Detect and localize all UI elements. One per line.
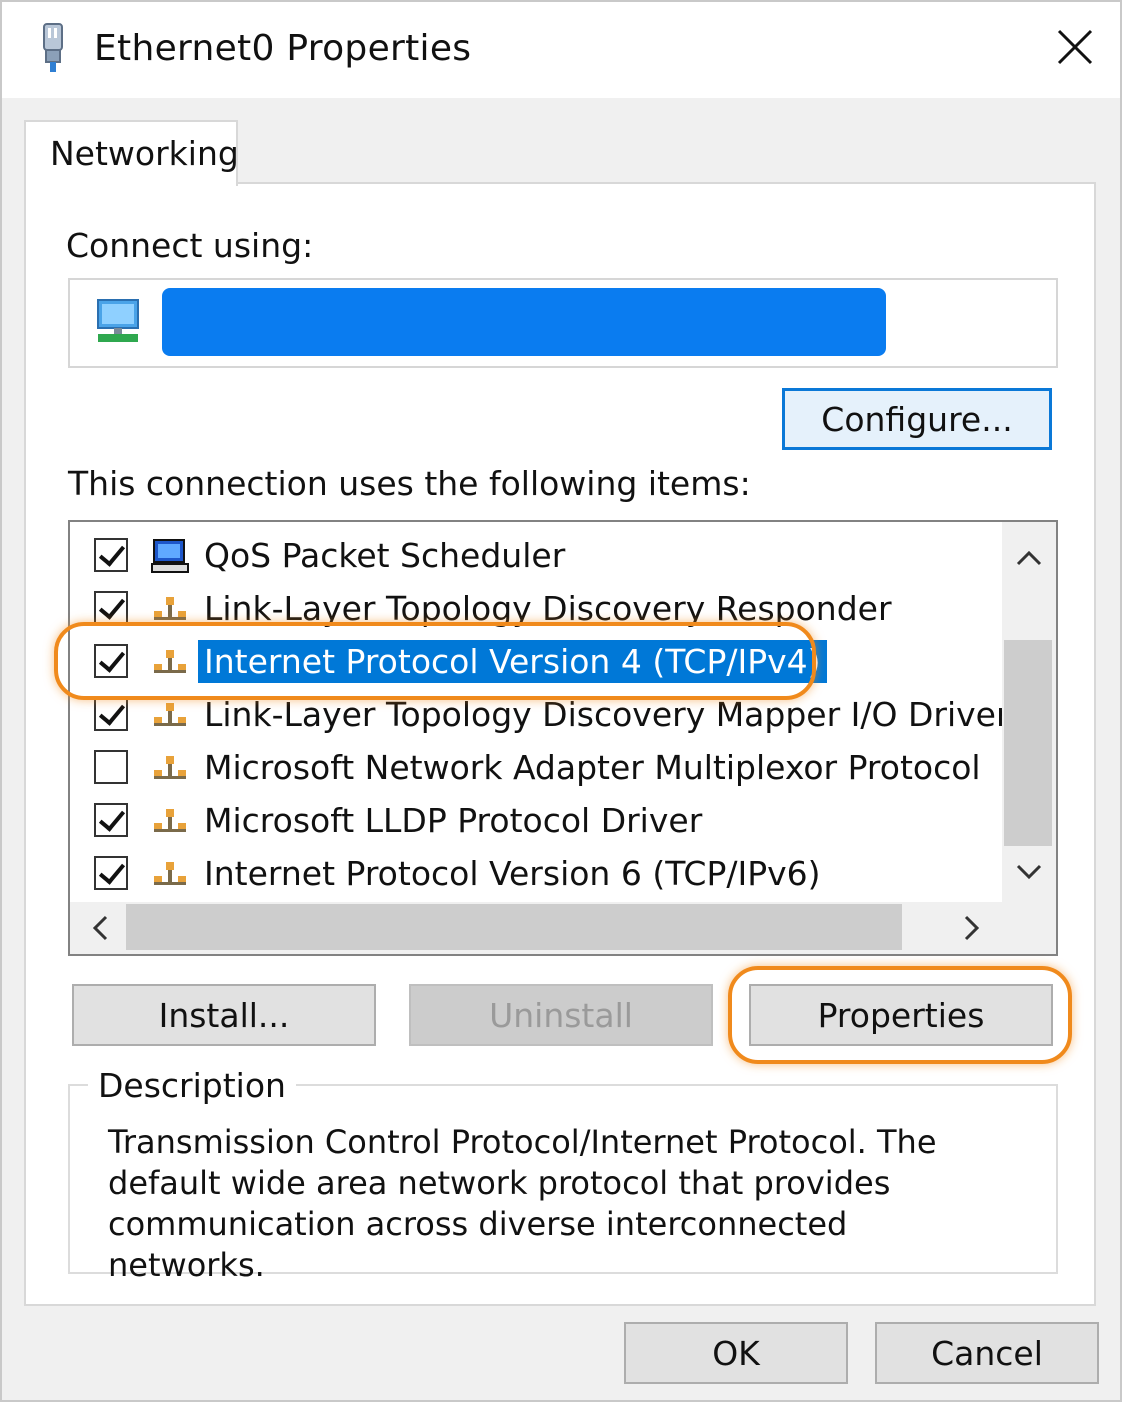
scroll-right-button[interactable] [950, 906, 994, 950]
properties-dialog: Ethernet0 Properties Networking Connect … [0, 0, 1122, 1402]
list-item[interactable]: Internet Protocol Version 6 (TCP/IPv6) [70, 846, 1000, 899]
adapter-name-redacted [162, 288, 886, 356]
item-checkbox[interactable] [94, 856, 128, 890]
item-label: Link-Layer Topology Discovery Responder [204, 589, 892, 628]
horizontal-scroll-thumb[interactable] [126, 904, 902, 950]
vertical-scroll-thumb[interactable] [1004, 640, 1052, 846]
item-label: Microsoft Network Adapter Multiplexor Pr… [204, 748, 981, 787]
network-protocol-icon [154, 756, 186, 779]
item-label: QoS Packet Scheduler [204, 536, 566, 575]
list-item[interactable]: Link-Layer Topology Discovery Responder [70, 581, 1000, 634]
adapter-field [68, 278, 1058, 368]
install-button[interactable]: Install... [72, 984, 376, 1046]
network-adapter-icon [97, 299, 139, 342]
computer-icon [151, 539, 189, 573]
close-icon [1057, 29, 1093, 65]
vertical-scrollbar[interactable] [1002, 522, 1056, 902]
list-item[interactable]: Microsoft Network Adapter Multiplexor Pr… [70, 740, 1000, 793]
network-protocol-icon [154, 703, 186, 726]
item-checkbox[interactable] [94, 591, 128, 625]
tab-networking[interactable]: Networking [24, 120, 239, 186]
uninstall-button[interactable]: Uninstall [409, 984, 713, 1046]
configure-button[interactable]: Configure... [782, 388, 1052, 450]
items-label: This connection uses the following items… [68, 464, 751, 503]
chevron-left-icon [92, 915, 108, 941]
network-protocol-icon [154, 809, 186, 832]
item-label: Link-Layer Topology Discovery Mapper I/O… [204, 695, 1010, 734]
item-label: Microsoft LLDP Protocol Driver [204, 801, 703, 840]
item-checkbox[interactable] [94, 538, 128, 572]
chevron-right-icon [964, 915, 980, 941]
cancel-button[interactable]: Cancel [875, 1322, 1099, 1384]
description-legend: Description [88, 1066, 296, 1105]
item-checkbox[interactable] [94, 644, 128, 678]
item-checkbox[interactable] [94, 750, 128, 784]
network-protocol-icon [154, 597, 186, 620]
chevron-down-icon [1016, 864, 1042, 880]
ethernet-cable-icon [43, 23, 63, 72]
items-list[interactable]: QoS Packet Scheduler Link-Layer Topology … [68, 520, 1058, 956]
description-text: Transmission Control Protocol/Internet P… [108, 1123, 937, 1284]
ok-button[interactable]: OK [624, 1322, 848, 1384]
item-label: Internet Protocol Version 4 (TCP/IPv4) [198, 640, 827, 683]
item-label: Internet Protocol Version 6 (TCP/IPv6) [204, 854, 821, 893]
list-item[interactable]: QoS Packet Scheduler [70, 528, 1000, 581]
scroll-down-button[interactable] [1006, 850, 1052, 894]
title-bar: Ethernet0 Properties [2, 2, 1120, 98]
list-item[interactable]: Link-Layer Topology Discovery Mapper I/O… [70, 687, 1010, 740]
properties-button[interactable]: Properties [749, 984, 1053, 1046]
list-item[interactable]: Microsoft LLDP Protocol Driver [70, 793, 1000, 846]
horizontal-scrollbar[interactable] [70, 902, 1056, 954]
list-item[interactable]: Internet Protocol Version 4 (TCP/IPv4) [70, 634, 1000, 687]
scroll-up-button[interactable] [1006, 536, 1052, 580]
item-checkbox[interactable] [94, 803, 128, 837]
window-title: Ethernet0 Properties [94, 28, 472, 69]
close-button[interactable] [1042, 16, 1108, 78]
scroll-left-button[interactable] [78, 906, 122, 950]
connect-using-label: Connect using: [66, 226, 314, 265]
chevron-up-icon [1016, 550, 1042, 566]
network-protocol-icon [154, 650, 186, 673]
network-protocol-icon [154, 862, 186, 885]
item-checkbox[interactable] [94, 697, 128, 731]
